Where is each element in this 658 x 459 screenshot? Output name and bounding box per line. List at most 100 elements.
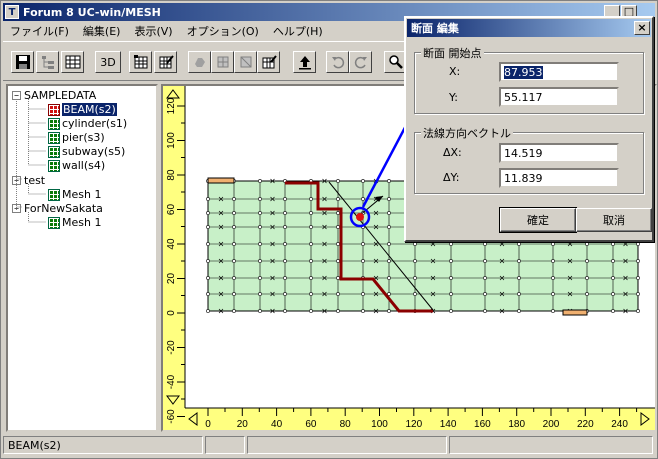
x-tick-label: 140 [440,419,457,430]
tool-3-button[interactable] [234,51,257,73]
mesh-node [258,259,262,263]
tree-node-fornewsakata[interactable]: − ForNewSakata [12,202,103,215]
mesh-node [283,276,287,280]
start-point-handle[interactable] [356,213,364,221]
mesh-node [387,242,391,246]
x-tick-label: 180 [508,419,525,430]
grid-icon [65,55,80,69]
dx-label: ΔX: [443,146,462,159]
tree-item-mesh1[interactable]: Mesh 1 [48,188,101,201]
tool-2-button[interactable] [211,51,234,73]
collapse-icon[interactable]: − [12,176,21,185]
tool-4-button[interactable] [257,51,280,73]
mesh-node [309,225,313,229]
dialog-close-button[interactable]: × [634,21,650,35]
mesh-node [449,242,453,246]
x-tick-label: 60 [305,419,317,430]
grid-button[interactable] [61,51,84,73]
mesh-node [232,225,236,229]
mesh-node [232,276,236,280]
mesh-node [232,259,236,263]
dy-input[interactable]: 11.839 [499,168,619,188]
mesh-node [361,179,365,183]
mesh-node [551,242,555,246]
dx-input[interactable]: 14.519 [499,143,619,163]
mesh-node [283,309,287,313]
x-label: X: [449,65,461,78]
mesh-node [585,276,589,280]
collapse-icon[interactable]: − [12,91,21,100]
mesh-node [309,197,313,201]
x-tick-label: 100 [371,419,388,430]
menu-view[interactable]: 表示(V) [127,23,179,39]
y-input[interactable]: 55.117 [499,87,619,107]
mesh-node [336,292,340,296]
mesh-node [258,276,262,280]
mesh-node [585,292,589,296]
mesh-node [611,309,615,313]
tree-icon [41,56,54,69]
menu-options[interactable]: オプション(O) [180,23,266,39]
save-button[interactable] [11,51,34,73]
project-tree[interactable]: − SAMPLEDATA BEAM(s2) cylinder(s1) pier(… [6,84,158,432]
tree-item-label: subway(s5) [62,145,126,158]
mesh-node [387,276,391,280]
confirm-button[interactable]: 確定 [499,207,577,233]
tree-item-subway[interactable]: subway(s5) [48,145,125,158]
tree-node-sampledata[interactable]: − SAMPLEDATA [12,89,96,102]
mesh-node [206,292,210,296]
tool-1-button[interactable] [188,51,211,73]
tree-view-button[interactable] [36,51,59,73]
x-tick-label: 240 [611,419,628,430]
mesh-node [449,276,453,280]
menu-file[interactable]: ファイル(F) [3,23,76,39]
mesh-node [232,197,236,201]
x-input[interactable]: 87.953 [499,62,619,82]
mesh-node [387,259,391,263]
tree-item-label: wall(s4) [62,159,106,172]
menu-help[interactable]: ヘルプ(H) [266,23,330,39]
tree-node-test[interactable]: − test [12,174,45,187]
mesh-node [611,276,615,280]
x-tick-label: 80 [340,419,352,430]
x-tick-label: 40 [271,419,283,430]
mesh-node [483,259,487,263]
mesh-generate-button[interactable] [129,51,152,73]
mesh-node [258,292,262,296]
menu-edit[interactable]: 編集(E) [76,23,128,39]
tree-item-beam[interactable]: BEAM(s2) [48,103,117,116]
tree-item-label: Mesh 1 [62,188,102,201]
tree-item-wall[interactable]: wall(s4) [48,159,105,172]
mesh-node [206,225,210,229]
start-point-group-label: 断面 開始点 [421,45,484,61]
y-tick-label: -20 [166,340,177,355]
collapse-icon[interactable]: − [12,204,21,213]
arrow-up-icon [298,56,311,70]
mesh-node [517,292,521,296]
y-label: Y: [449,91,458,104]
mesh-node [336,197,340,201]
mesh-node [309,211,313,215]
tree-item-mesh1[interactable]: Mesh 1 [48,216,101,229]
normal-vector-group-label: 法線方向ベクトル [421,125,513,141]
redo-button[interactable] [349,51,372,73]
mesh-node [336,225,340,229]
tree-item-pier[interactable]: pier(s3) [48,131,105,144]
mesh-node [258,309,262,313]
mesh-node [206,259,210,263]
y-tick-label: 120 [166,97,177,114]
mesh-node [336,242,340,246]
mesh-node [283,242,287,246]
upload-button[interactable] [293,51,316,73]
mesh-node [206,197,210,201]
hand-icon [194,58,205,67]
mesh-node [336,179,340,183]
mesh-icon [48,159,60,172]
cancel-button[interactable]: 取消 [576,208,652,232]
mesh-edit-icon [159,55,174,69]
mesh-node [551,292,555,296]
view-3d-button[interactable]: 3D [95,51,121,73]
tree-item-cylinder[interactable]: cylinder(s1) [48,117,127,130]
mesh-edit-button[interactable] [154,51,177,73]
undo-button[interactable] [326,51,349,73]
